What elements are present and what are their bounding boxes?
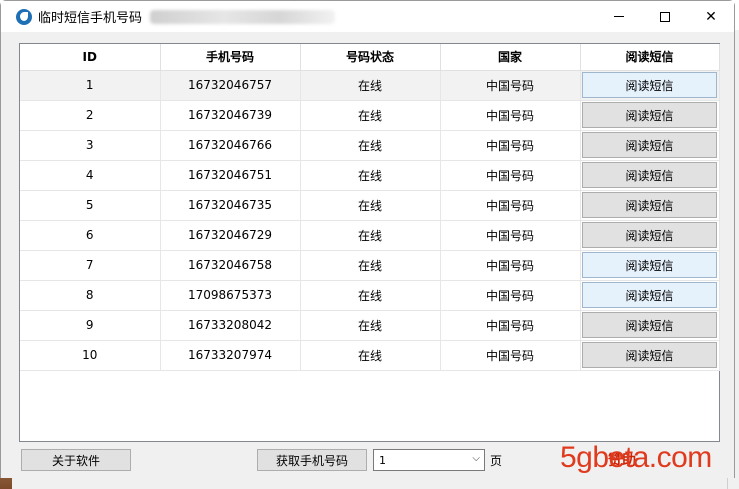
cell-country: 中国号码 (440, 100, 581, 131)
cell-country: 中国号码 (440, 130, 581, 161)
cell-id: 3 (20, 130, 161, 161)
read-sms-button[interactable]: 阅读短信 (582, 162, 717, 188)
read-sms-button[interactable]: 阅读短信 (582, 282, 717, 308)
cell-country: 中国号码 (440, 160, 581, 191)
cell-phone: 16732046757 (160, 70, 301, 101)
cell-id: 4 (20, 160, 161, 191)
cell-action: 阅读短信 (580, 70, 720, 101)
cell-phone: 16733208042 (160, 310, 301, 341)
cell-status: 在线 (300, 250, 441, 281)
cell-phone: 16732046739 (160, 100, 301, 131)
cell-phone: 16732046751 (160, 160, 301, 191)
cell-id: 1 (20, 70, 161, 101)
table-row[interactable]: 6 16732046729 在线 中国号码 阅读短信 (20, 220, 720, 251)
cell-phone: 17098675373 (160, 280, 301, 311)
cell-action: 阅读短信 (580, 250, 720, 281)
cell-phone: 16732046766 (160, 130, 301, 161)
cell-status: 在线 (300, 70, 441, 101)
cell-action: 阅读短信 (580, 340, 720, 371)
page-unit-label: 页 (490, 454, 503, 468)
cell-id: 9 (20, 310, 161, 341)
page-select[interactable]: 1 ⌵ (373, 449, 485, 471)
cell-action: 阅读短信 (580, 310, 720, 341)
cell-status: 在线 (300, 160, 441, 191)
cell-country: 中国号码 (440, 220, 581, 251)
cell-action: 阅读短信 (580, 160, 720, 191)
table-row[interactable]: 3 16732046766 在线 中国号码 阅读短信 (20, 130, 720, 161)
cell-id: 5 (20, 190, 161, 221)
cell-status: 在线 (300, 190, 441, 221)
title-bar[interactable]: 临时短信手机号码 ✕ (1, 1, 734, 32)
cell-phone: 16733207974 (160, 340, 301, 371)
maximize-icon (660, 11, 670, 22)
maximize-button[interactable] (642, 1, 688, 32)
table-row[interactable]: 2 16732046739 在线 中国号码 阅读短信 (20, 100, 720, 131)
cell-status: 在线 (300, 340, 441, 371)
cell-status: 在线 (300, 220, 441, 251)
table-row[interactable]: 1 16732046757 在线 中国号码 阅读短信 (20, 70, 720, 101)
cell-country: 中国号码 (440, 310, 581, 341)
table-row[interactable]: 8 17098675373 在线 中国号码 阅读短信 (20, 280, 720, 311)
header-status[interactable]: 号码状态 (300, 44, 441, 71)
table-header-row: ID 手机号码 号码状态 国家 阅读短信 (20, 44, 720, 71)
cell-id: 7 (20, 250, 161, 281)
close-button[interactable]: ✕ (688, 1, 734, 32)
client-area: ID 手机号码 号码状态 国家 阅读短信 1 16732046757 在线 中国号码阅… (1, 32, 734, 478)
cell-id: 2 (20, 100, 161, 131)
table-row[interactable]: 4 16732046751 在线 中国号码 阅读短信 (20, 160, 720, 191)
read-sms-button[interactable]: 阅读短信 (582, 342, 717, 368)
minimize-button[interactable] (596, 1, 642, 32)
phone-table[interactable]: ID 手机号码 号码状态 国家 阅读短信 1 16732046757 在线 中国号码阅… (19, 43, 720, 442)
fetch-numbers-button[interactable]: 获取手机号码 (257, 449, 367, 471)
cell-country: 中国号码 (440, 250, 581, 281)
table-row[interactable]: 7 16732046758 在线 中国号码 阅读短信 (20, 250, 720, 281)
read-sms-button[interactable]: 阅读短信 (582, 222, 717, 248)
read-sms-button[interactable]: 阅读短信 (582, 132, 717, 158)
cell-id: 8 (20, 280, 161, 311)
read-sms-button[interactable]: 阅读短信 (582, 72, 717, 98)
cell-status: 在线 (300, 280, 441, 311)
table-row[interactable]: 10 16733207974 在线 中国号码 阅读短信 (20, 340, 720, 371)
cell-phone: 16732046729 (160, 220, 301, 251)
cell-country: 中国号码 (440, 340, 581, 371)
cell-phone: 16732046735 (160, 190, 301, 221)
header-phone[interactable]: 手机号码 (160, 44, 301, 71)
cell-action: 阅读短信 (580, 280, 720, 311)
close-icon: ✕ (705, 8, 717, 25)
minimize-icon (614, 16, 624, 17)
site-watermark: 5gbeta.com (560, 441, 712, 474)
table-row[interactable]: 5 16732046735 在线 中国号码 阅读短信 (20, 190, 720, 221)
app-icon (16, 8, 32, 25)
window-title: 临时短信手机号码 (38, 11, 143, 26)
cell-id: 10 (20, 340, 161, 371)
cell-country: 中国号码 (440, 70, 581, 101)
read-sms-button[interactable]: 阅读短信 (582, 102, 717, 128)
cell-action: 阅读短信 (580, 100, 720, 131)
cell-country: 中国号码 (440, 280, 581, 311)
about-button[interactable]: 关于软件 (21, 449, 131, 471)
cell-id: 6 (20, 220, 161, 251)
redacted-title-suffix (150, 9, 336, 24)
cell-country: 中国号码 (440, 190, 581, 221)
cell-action: 阅读短信 (580, 190, 720, 221)
header-country[interactable]: 国家 (440, 44, 581, 71)
cell-action: 阅读短信 (580, 220, 720, 251)
window-controls: ✕ (596, 1, 734, 32)
main-window: 临时短信手机号码 ✕ ID 手机号码 号码状态 国家 阅读短信 1 167320… (0, 0, 735, 478)
read-sms-button[interactable]: 阅读短信 (582, 192, 717, 218)
cell-phone: 16732046758 (160, 250, 301, 281)
read-sms-button[interactable]: 阅读短信 (582, 252, 717, 278)
header-id[interactable]: ID (20, 44, 161, 71)
cell-status: 在线 (300, 100, 441, 131)
table-row[interactable]: 9 16733208042 在线 中国号码 阅读短信 (20, 310, 720, 341)
cell-action: 阅读短信 (580, 130, 720, 161)
header-read-sms[interactable]: 阅读短信 (580, 44, 720, 71)
cell-status: 在线 (300, 130, 441, 161)
chevron-down-icon: ⌵ (472, 453, 480, 464)
read-sms-button[interactable]: 阅读短信 (582, 312, 717, 338)
page-select-value: 1 (379, 453, 386, 467)
cell-status: 在线 (300, 310, 441, 341)
